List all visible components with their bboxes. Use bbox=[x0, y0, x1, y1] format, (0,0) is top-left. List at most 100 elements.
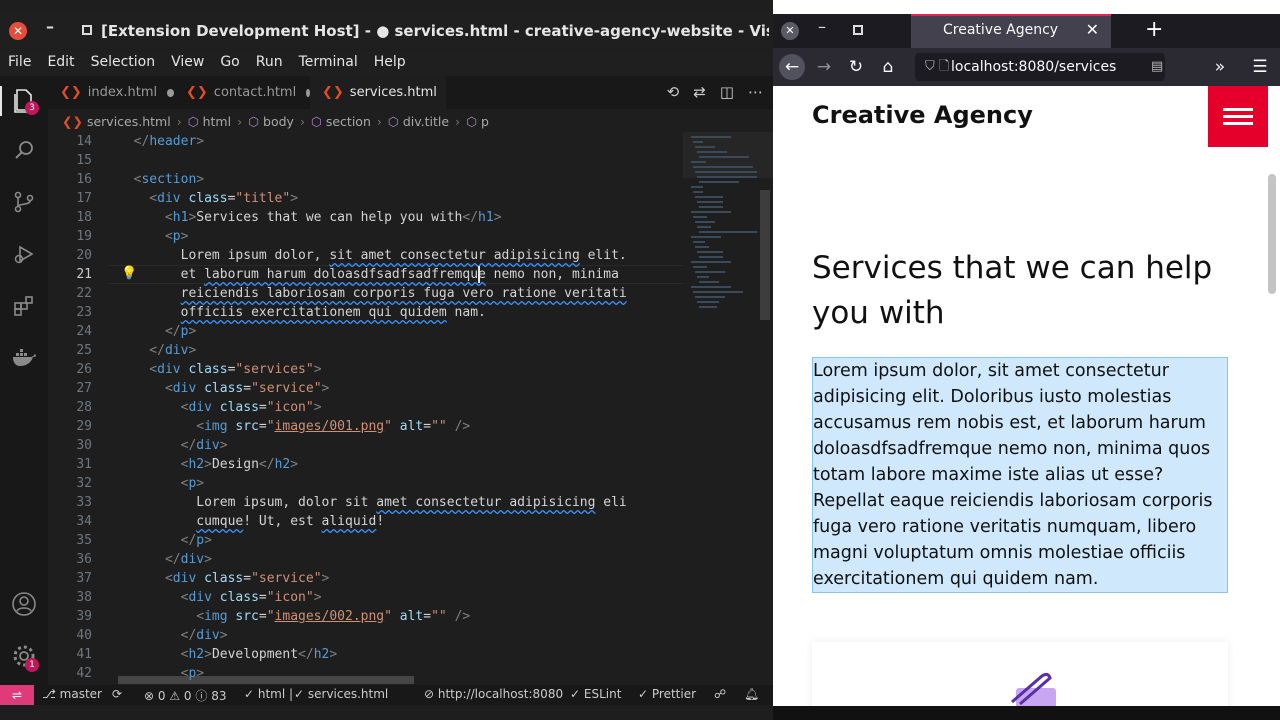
more-actions-icon[interactable]: ⋯ bbox=[748, 83, 763, 101]
line-number: 20 bbox=[76, 248, 92, 263]
menu-help[interactable]: Help bbox=[366, 50, 414, 76]
html-file-icon: ❮❯ bbox=[322, 85, 344, 100]
problems-indicator[interactable]: ⊗ 0 ⚠ 0 ⓘ 83 bbox=[144, 687, 226, 704]
sync-icon[interactable]: ⟳ bbox=[112, 687, 122, 701]
web-page: Creative Agency Services that we can hel… bbox=[773, 86, 1280, 706]
breadcrumb-section[interactable]: section bbox=[326, 114, 371, 129]
run-debug-icon[interactable] bbox=[10, 242, 38, 270]
live-server-url: http://localhost:8080 bbox=[437, 687, 564, 701]
hamburger-menu-icon[interactable]: ☰ bbox=[1247, 54, 1273, 80]
code-text: <h2>Development</h2> bbox=[118, 647, 338, 662]
branch-name: master bbox=[59, 687, 102, 701]
line-number: 19 bbox=[76, 229, 92, 244]
menu-file[interactable]: File bbox=[0, 50, 39, 76]
code-text: </div> bbox=[118, 438, 228, 453]
site-brand[interactable]: Creative Agency bbox=[812, 101, 1033, 129]
active-tab-indicator bbox=[911, 14, 1111, 16]
service-card bbox=[812, 642, 1228, 706]
tab-index-html[interactable]: ❮❯ index.html bbox=[48, 76, 174, 109]
element-icon: ⬡ bbox=[466, 113, 477, 129]
docker-icon[interactable] bbox=[10, 346, 38, 374]
menu-view[interactable]: View bbox=[163, 50, 212, 76]
url-bar[interactable]: ⛉ 🗋 localhost:8080/services ▤ ⋯ bbox=[915, 53, 1165, 81]
browser-tab-strip: ✕ – Creative Agency ✕ + bbox=[773, 14, 1280, 48]
compare-changes-icon[interactable]: ⇄ bbox=[693, 83, 706, 101]
editor-vertical-scrollbar[interactable] bbox=[760, 190, 770, 320]
code-text: <div class="service"> bbox=[118, 571, 330, 586]
git-branch[interactable]: ⎇ master bbox=[42, 687, 102, 701]
menu-run[interactable]: Run bbox=[248, 50, 291, 76]
maximize-window-button[interactable] bbox=[853, 25, 863, 35]
close-window-button[interactable]: ✕ bbox=[781, 22, 799, 40]
reload-icon[interactable]: ↻ bbox=[843, 54, 869, 80]
breadcrumb-div-title[interactable]: div.title bbox=[403, 114, 449, 129]
code-line: 20 Lorem ipsum dolor, sit amet consectet… bbox=[48, 246, 683, 265]
menu-go[interactable]: Go bbox=[212, 50, 247, 76]
notifications-bell-icon[interactable]: 🔔︎ bbox=[744, 687, 759, 701]
tab-services-html[interactable]: ❮❯ services.html bbox=[310, 76, 446, 109]
tracking-shield-icon[interactable]: ⛉ 🗋 bbox=[925, 53, 949, 81]
maximize-window-button[interactable] bbox=[82, 25, 92, 35]
menu-terminal[interactable]: Terminal bbox=[291, 50, 366, 76]
breadcrumb-html[interactable]: html bbox=[203, 114, 231, 129]
menu-edit[interactable]: Edit bbox=[39, 50, 82, 76]
feedback-icon[interactable]: ☍ bbox=[714, 687, 726, 701]
code-text: </p> bbox=[118, 533, 212, 548]
language-mode[interactable]: ✓ html | bbox=[244, 687, 293, 701]
split-editor-icon[interactable]: ◫ bbox=[720, 83, 734, 101]
code-text: cumque! Ut, est aliquid! bbox=[196, 514, 385, 529]
element-icon: ⬡ bbox=[187, 113, 199, 129]
chevron-right-icon: › bbox=[455, 113, 461, 129]
overflow-chevron-icon[interactable]: » bbox=[1207, 54, 1233, 80]
minimize-window-button[interactable]: – bbox=[46, 17, 54, 36]
timeline-icon[interactable]: ⟲ bbox=[667, 83, 680, 101]
error-count: 0 bbox=[157, 689, 166, 703]
line-number: 15 bbox=[76, 153, 92, 168]
code-line: 17 <div class="title"> bbox=[48, 189, 683, 208]
eslint-status[interactable]: ✓ ESLint bbox=[570, 687, 621, 701]
minimap-line bbox=[699, 231, 757, 233]
active-file[interactable]: ✓ services.html bbox=[294, 687, 388, 701]
minimap-line bbox=[691, 261, 731, 263]
live-server-status[interactable]: ⊘ http://localhost:8080 bbox=[424, 687, 563, 701]
breadcrumb-file[interactable]: services.html bbox=[87, 114, 171, 129]
minimize-window-button[interactable]: – bbox=[818, 17, 826, 36]
page-scrollbar[interactable] bbox=[1268, 174, 1276, 294]
code-editor[interactable]: 💡 14 </header> 15 16 <section> 17 <div c… bbox=[48, 132, 683, 685]
menu-bar: File Edit Selection View Go Run Terminal… bbox=[0, 50, 773, 76]
breadcrumb-p[interactable]: p bbox=[481, 114, 489, 129]
home-icon[interactable]: ⌂ bbox=[875, 54, 901, 80]
editor-horizontal-scrollbar[interactable] bbox=[118, 676, 414, 684]
minimap-line bbox=[695, 296, 725, 298]
forward-arrow-icon[interactable]: → bbox=[811, 54, 837, 80]
reader-view-icon[interactable]: ▤ bbox=[1151, 53, 1163, 81]
tab-contact-html[interactable]: ❮❯ contact.html bbox=[174, 76, 310, 109]
code-line: 32 <p> bbox=[48, 474, 683, 493]
minimap-line bbox=[691, 236, 721, 238]
minimap-line bbox=[693, 241, 705, 243]
line-number: 33 bbox=[76, 495, 92, 510]
menu-selection[interactable]: Selection bbox=[83, 50, 164, 76]
new-tab-icon[interactable]: + bbox=[1145, 17, 1163, 42]
prettier-status[interactable]: ✓ Prettier bbox=[638, 687, 696, 701]
activity-bar: 3 1 bbox=[0, 76, 48, 685]
minimap-line bbox=[697, 226, 711, 228]
back-arrow-icon[interactable]: ← bbox=[779, 54, 805, 80]
source-control-icon[interactable] bbox=[10, 190, 38, 218]
close-tab-icon[interactable]: ✕ bbox=[1086, 20, 1099, 39]
minimap-line bbox=[697, 276, 709, 278]
minimap-line bbox=[699, 306, 717, 308]
html-file-icon: ❮❯ bbox=[186, 85, 208, 100]
close-window-button[interactable]: ✕ bbox=[9, 22, 27, 40]
extensions-icon[interactable] bbox=[10, 294, 38, 322]
code-line: 28 <div class="icon"> bbox=[48, 398, 683, 417]
browser-tab-active[interactable]: Creative Agency ✕ bbox=[911, 14, 1111, 48]
accounts-icon[interactable] bbox=[10, 591, 38, 619]
minimap-line bbox=[691, 186, 703, 188]
hamburger-menu-button[interactable] bbox=[1208, 86, 1268, 147]
minimap-line bbox=[693, 141, 703, 143]
breadcrumb-body[interactable]: body bbox=[263, 114, 294, 129]
search-icon[interactable] bbox=[10, 138, 38, 166]
remote-indicator-icon[interactable]: ⇌ bbox=[0, 685, 34, 705]
window-title: [Extension Development Host] - ● service… bbox=[101, 22, 769, 40]
